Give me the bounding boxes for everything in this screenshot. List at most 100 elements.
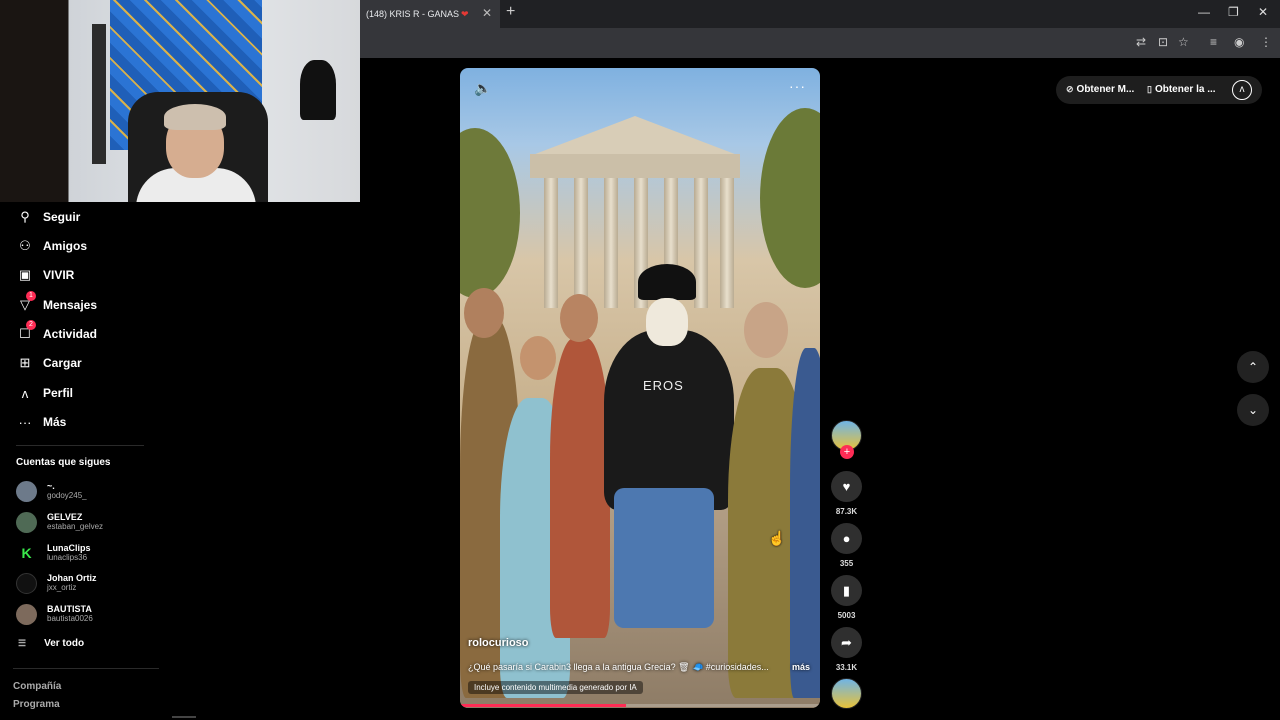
tree-left <box>460 128 520 298</box>
temple-entablature <box>530 154 740 178</box>
temple-column <box>604 178 618 308</box>
translate-icon[interactable]: ⇄ <box>1136 35 1146 49</box>
sidebar-item-amigos[interactable]: ⚇ Amigos <box>16 236 87 256</box>
video-progress-bar[interactable] <box>460 704 820 707</box>
video-author[interactable]: rolocurioso <box>468 637 529 649</box>
share-button[interactable]: ➦ <box>831 627 862 658</box>
profile-icon: ʌ <box>21 385 29 401</box>
footer-link-company[interactable]: Compañía <box>13 681 61 692</box>
video-description: ¿Qué pasaría si Carabin3 llega a la anti… <box>468 662 769 672</box>
figure-jeans <box>614 488 714 628</box>
sound-disc-avatar[interactable] <box>831 678 862 709</box>
messages-badge: 1 <box>26 291 36 301</box>
heart-icon: ❤ <box>461 8 469 19</box>
see-all-button[interactable]: ☰ Ver todo <box>18 638 84 649</box>
following-item[interactable]: K LunaClips lunaclips36 <box>16 540 91 566</box>
sidebar-item-perfil[interactable]: ʌ Perfil <box>16 383 73 403</box>
install-icon[interactable]: ⊡ <box>1158 35 1168 49</box>
browser-tab[interactable]: (148) KRIS R - GANAS ❤ ✕ <box>360 0 500 28</box>
save-count: 5003 <box>837 611 856 620</box>
like-button[interactable]: ♥ <box>831 471 862 502</box>
follow-creator-button[interactable]: + <box>840 445 854 459</box>
comment-button[interactable]: ● <box>831 523 862 554</box>
tab-close-icon[interactable]: ✕ <box>482 6 492 20</box>
sidebar-item-label: Amigos <box>43 239 88 253</box>
get-desktop-button[interactable]: ▯ Obtener la ... <box>1147 84 1216 95</box>
video-options-icon[interactable]: ··· <box>789 78 806 94</box>
save-button[interactable]: ▮ <box>831 575 862 606</box>
figure-head <box>464 288 504 338</box>
following-item[interactable]: Johan Ortiz jxx_ortiz <box>16 570 97 596</box>
avatar <box>16 480 37 502</box>
sidebar-item-label: Más <box>43 415 67 429</box>
video-player[interactable]: EROS 🔈 ··· rolocurioso ¿Qué pasaría si C… <box>460 68 820 708</box>
restore-button[interactable]: ❐ <box>1228 5 1239 19</box>
get-app-button[interactable]: ⊘ Obtener M... <box>1066 84 1134 95</box>
sidebar-item-vivir[interactable]: ▣ VIVIR <box>16 265 75 285</box>
user-profile-icon[interactable]: ʌ <box>1232 80 1252 100</box>
next-video-button[interactable]: ⌄ <box>1237 394 1269 426</box>
like-count: 87.3K <box>835 507 858 516</box>
list-icon: ☰ <box>18 638 27 648</box>
close-window-button[interactable]: ✕ <box>1258 5 1268 19</box>
browser-menu-icon[interactable]: ⋮ <box>1260 35 1272 49</box>
following-item[interactable]: BAUTISTA bautista0026 <box>16 601 93 627</box>
following-item[interactable]: GELVEZ estaban_gelvez <box>16 509 103 535</box>
browser-address-bar: ⇄ ⊡ ☆ ≡ ◉ ⋮ <box>360 28 1280 58</box>
ai-content-label: Incluye contenido multimedia generado po… <box>468 681 643 694</box>
heart-icon: ♥ <box>842 479 851 494</box>
sidebar-item-cargar[interactable]: ⊞ Cargar <box>16 353 82 373</box>
comment-icon: ● <box>842 531 851 546</box>
bookmark-star-icon[interactable]: ☆ <box>1178 35 1189 49</box>
new-tab-button[interactable]: + <box>506 3 515 21</box>
description-more-link[interactable]: más <box>792 662 810 672</box>
sidebar-item-actividad[interactable]: ☐ 2 Actividad <box>16 320 98 344</box>
avatar <box>16 603 37 625</box>
previous-video-button[interactable]: ⌃ <box>1237 351 1269 383</box>
app-icon: ⊘ <box>1066 84 1074 94</box>
sidebar-item-label: VIVIR <box>43 268 75 282</box>
sidebar-item-mensajes[interactable]: ▽ 1 Mensajes <box>16 291 97 315</box>
sidebar-item-mas[interactable]: ··· Más <box>16 412 67 432</box>
account-name: GELVEZ <box>47 512 83 522</box>
comment-count: 355 <box>839 559 854 568</box>
sidebar-item-label: Seguir <box>43 210 81 224</box>
black-cap <box>638 264 696 300</box>
activity-icon: ☐ 2 <box>16 320 36 342</box>
media-control-icon[interactable]: ≡ <box>1210 35 1217 49</box>
screen: (148) KRIS R - GANAS ❤ ✕ + — ❐ ✕ ⇄ ⊡ ☆ ≡… <box>0 0 1280 720</box>
figure-skeleton-hoodie <box>604 330 734 510</box>
mouse-cursor-icon: ☝ <box>768 530 786 546</box>
temple-pediment <box>530 116 740 156</box>
streamer-hair <box>164 104 226 130</box>
messages-icon: ▽ 1 <box>16 291 36 313</box>
skull-face <box>646 298 688 346</box>
sidebar-item-label: Actividad <box>43 327 98 341</box>
sidebar-item-seguir[interactable]: ⚲ Seguir <box>16 207 80 227</box>
temple-column <box>694 178 708 308</box>
account-name: LunaClips <box>47 543 91 553</box>
browser-profile-icon[interactable]: ◉ <box>1234 35 1244 49</box>
figure-head <box>520 336 556 380</box>
sidebar-item-label: Perfil <box>43 386 74 400</box>
lunaclips-logo-icon: K <box>16 542 37 564</box>
volume-icon[interactable]: 🔈 <box>474 80 491 97</box>
footer-link-program[interactable]: Programa <box>13 699 60 710</box>
see-all-label: Ver todo <box>44 638 85 649</box>
scrollbar-thumb[interactable] <box>172 716 196 718</box>
minimize-button[interactable]: — <box>1198 5 1210 19</box>
account-name: ~. <box>47 481 55 491</box>
figure-head <box>744 302 788 358</box>
sidebar-item-label: Cargar <box>43 356 82 370</box>
upload-icon: ⊞ <box>19 355 31 370</box>
figure-man-red <box>550 338 610 638</box>
figure-right-edge <box>790 348 820 698</box>
user-follow-icon: ⚲ <box>20 209 30 224</box>
account-name: BAUTISTA <box>47 604 92 614</box>
sidebar-divider <box>16 445 144 446</box>
video-progress-fill <box>460 704 626 707</box>
wall-poster <box>92 24 106 164</box>
following-item[interactable]: ~. godoy245_ <box>16 478 87 504</box>
following-title: Cuentas que sigues <box>16 457 111 468</box>
account-handle: godoy245_ <box>47 491 87 500</box>
